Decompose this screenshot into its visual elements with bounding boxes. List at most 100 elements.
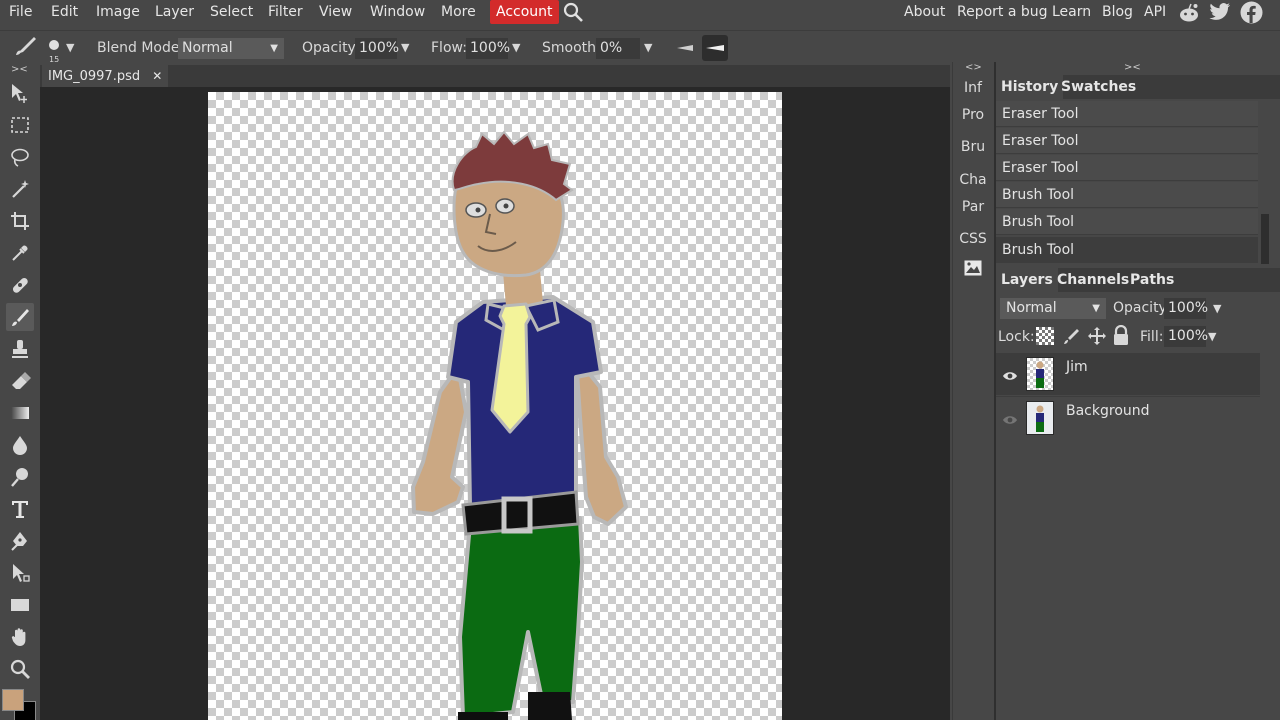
tab-swatches[interactable]: Swatches xyxy=(1056,75,1141,99)
document-tab[interactable]: IMG_0997.psd ✕ xyxy=(42,65,169,87)
opacity-chevron-icon[interactable]: ▼ xyxy=(401,31,409,65)
type-tool[interactable] xyxy=(6,495,34,523)
mini-panel-paragraph[interactable]: Par xyxy=(953,199,993,215)
close-icon[interactable]: ✕ xyxy=(152,69,162,83)
mini-panel-properties[interactable]: Pro xyxy=(953,107,993,123)
menu-image[interactable]: Image xyxy=(96,0,140,25)
lock-transparency-icon[interactable] xyxy=(1036,327,1054,345)
healing-tool[interactable] xyxy=(6,271,34,299)
document-tabs: IMG_0997.psd ✕ xyxy=(40,65,950,87)
expand-panels-toggle[interactable]: <> xyxy=(965,62,982,73)
menu-window[interactable]: Window xyxy=(370,0,425,25)
tab-channels[interactable]: Channels xyxy=(1052,268,1134,292)
flow-label: Flow: xyxy=(431,40,467,56)
mini-panel-character[interactable]: Cha xyxy=(953,172,993,188)
lock-paint-icon[interactable] xyxy=(1062,326,1082,350)
menu-file[interactable]: File xyxy=(9,0,32,25)
twitter-icon[interactable] xyxy=(1209,2,1231,27)
menu-layer[interactable]: Layer xyxy=(155,0,194,25)
menu-report-bug[interactable]: Report a bug xyxy=(957,0,1048,25)
crop-tool[interactable] xyxy=(6,207,34,235)
lock-move-icon[interactable] xyxy=(1087,326,1107,350)
fill-input[interactable]: 100% xyxy=(1164,326,1208,347)
brush-tool-icon xyxy=(12,33,38,67)
history-item[interactable]: Eraser Tool xyxy=(996,128,1258,154)
layer-opacity-input[interactable]: 100% xyxy=(1164,298,1208,319)
eyedropper-tool[interactable] xyxy=(6,239,34,267)
history-item[interactable]: Eraser Tool xyxy=(996,101,1258,127)
smooth-label: Smooth: xyxy=(542,40,601,56)
history-item-current[interactable]: Brush Tool xyxy=(996,237,1258,263)
flow-input[interactable]: 100% xyxy=(466,38,510,59)
mini-panel-css[interactable]: CSS xyxy=(953,231,993,247)
lock-all-icon[interactable] xyxy=(1112,324,1130,350)
pressure-opacity-toggle[interactable] xyxy=(702,35,728,61)
menu-api[interactable]: API xyxy=(1144,0,1166,25)
history-item[interactable]: Brush Tool xyxy=(996,209,1258,235)
layer-opacity-chevron-icon[interactable]: ▼ xyxy=(1213,302,1221,315)
jim-drawing xyxy=(411,130,628,720)
menu-view[interactable]: View xyxy=(319,0,352,25)
path-select-tool[interactable] xyxy=(6,559,34,587)
menu-select[interactable]: Select xyxy=(210,0,253,25)
opacity-input[interactable]: 100% xyxy=(355,38,399,59)
right-panel-collapse-toggle[interactable]: >< xyxy=(1124,62,1141,73)
smooth-input[interactable]: 0% xyxy=(596,38,640,59)
smooth-chevron-icon[interactable]: ▼ xyxy=(644,31,652,65)
tab-paths[interactable]: Paths xyxy=(1125,268,1179,292)
facebook-icon[interactable] xyxy=(1240,1,1263,26)
gradient-tool[interactable] xyxy=(6,399,34,427)
tool-options-bar: 15 ▼ Blend Mode: Normal ▼ Opacity: 100% … xyxy=(0,30,1280,65)
pen-tool[interactable] xyxy=(6,527,34,555)
menu-more[interactable]: More xyxy=(441,0,476,25)
brush-tool[interactable] xyxy=(6,303,34,331)
menu-bar: File Edit Image Layer Select Filter View… xyxy=(0,0,1280,25)
history-item[interactable]: Brush Tool xyxy=(996,182,1258,208)
menu-account[interactable]: Account xyxy=(490,0,559,24)
menu-learn[interactable]: Learn xyxy=(1052,0,1091,25)
eye-icon[interactable] xyxy=(1002,411,1018,424)
pressure-size-toggle[interactable] xyxy=(675,33,697,67)
tab-layers[interactable]: Layers xyxy=(996,268,1058,292)
menu-about[interactable]: About xyxy=(904,0,945,25)
lasso-tool[interactable] xyxy=(6,143,34,171)
mini-panel-brush[interactable]: Bru xyxy=(953,139,993,155)
layer-row-jim[interactable]: Jim xyxy=(996,353,1260,395)
hand-tool[interactable] xyxy=(6,623,34,651)
shape-tool[interactable] xyxy=(6,591,34,619)
search-icon[interactable] xyxy=(562,1,584,26)
eye-icon[interactable] xyxy=(1002,367,1018,380)
history-scrollbar[interactable] xyxy=(1261,214,1269,264)
menu-blog[interactable]: Blog xyxy=(1102,0,1133,25)
layer-blend-select[interactable]: Normal ▼ xyxy=(1000,298,1106,319)
flow-chevron-icon[interactable]: ▼ xyxy=(512,31,520,65)
blend-mode-value: Normal xyxy=(182,40,233,56)
menu-edit[interactable]: Edit xyxy=(51,0,78,25)
tools-collapse-toggle[interactable]: >< xyxy=(11,64,28,75)
image-canvas[interactable] xyxy=(208,92,782,720)
layer-row-background[interactable]: Background xyxy=(996,396,1260,438)
marquee-tool[interactable] xyxy=(6,111,34,139)
menu-filter[interactable]: Filter xyxy=(268,0,303,25)
image-icon[interactable] xyxy=(953,260,993,278)
dodge-tool[interactable] xyxy=(6,463,34,491)
opacity-label: Opacity: xyxy=(302,40,360,56)
canvas-workspace[interactable] xyxy=(40,87,950,720)
reddit-icon[interactable] xyxy=(1178,2,1200,27)
foreground-color-swatch-front[interactable] xyxy=(2,689,24,711)
blur-tool[interactable] xyxy=(6,431,34,459)
history-tabs: History Swatches xyxy=(996,75,1280,99)
eraser-tool[interactable] xyxy=(6,367,34,395)
layer-name: Jim xyxy=(1066,359,1088,375)
history-item[interactable]: Eraser Tool xyxy=(996,155,1258,181)
brush-preset-chevron-icon[interactable]: ▼ xyxy=(66,31,74,65)
tab-history[interactable]: History xyxy=(996,75,1064,99)
blend-mode-select[interactable]: Normal ▼ xyxy=(178,38,284,59)
fill-label: Fill: xyxy=(1140,329,1164,345)
zoom-tool[interactable] xyxy=(6,655,34,683)
mini-panel-info[interactable]: Inf xyxy=(953,80,993,96)
magic-wand-tool[interactable] xyxy=(6,175,34,203)
stamp-tool[interactable] xyxy=(6,335,34,363)
move-tool[interactable] xyxy=(6,79,34,107)
fill-chevron-icon[interactable]: ▼ xyxy=(1208,330,1216,343)
